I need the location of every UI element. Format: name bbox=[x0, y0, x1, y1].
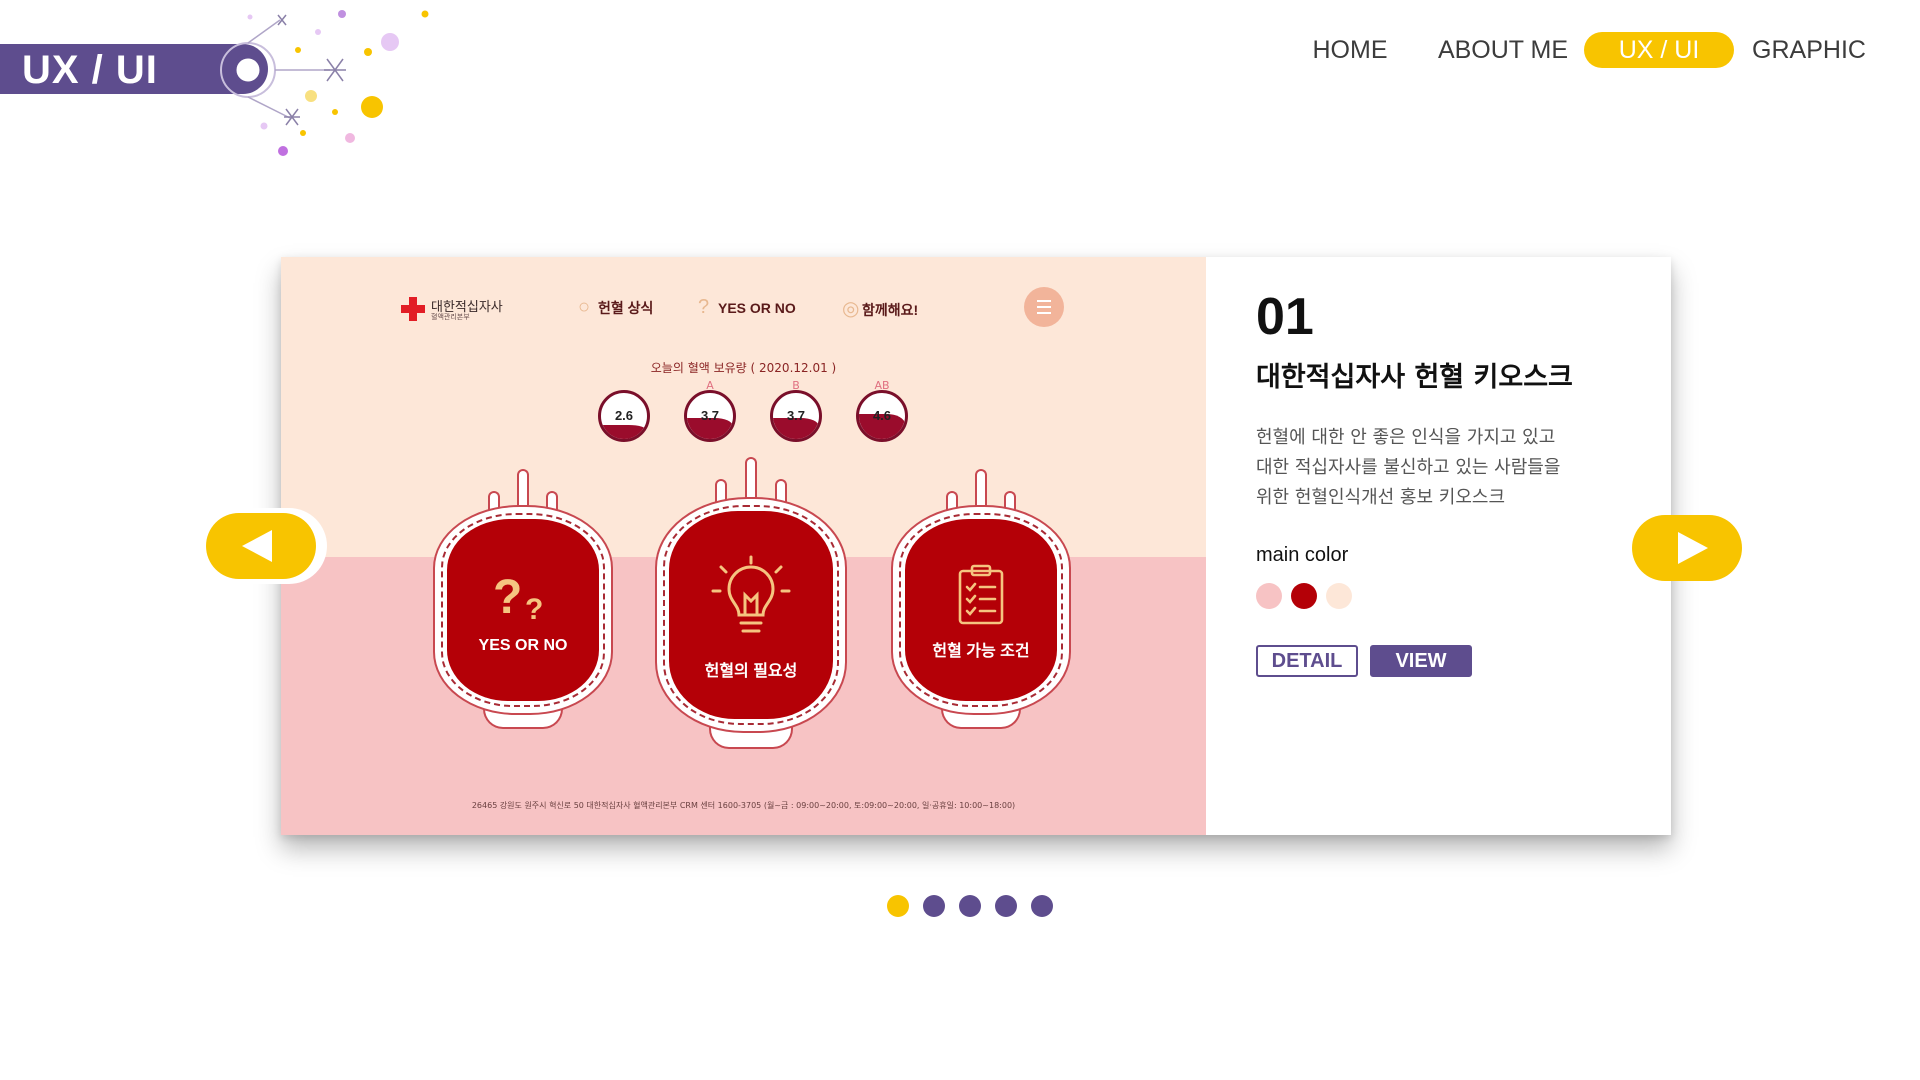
lightbulb-icon: ○ bbox=[578, 296, 591, 318]
pagination-dot[interactable] bbox=[1031, 895, 1053, 917]
blood-bag-card-necessity: 헌혈의 필요성 bbox=[655, 457, 847, 753]
pagination-dot[interactable] bbox=[995, 895, 1017, 917]
arrow-right-icon bbox=[1678, 532, 1708, 564]
detail-button[interactable]: DETAIL bbox=[1256, 645, 1358, 677]
pagination-dot[interactable] bbox=[923, 895, 945, 917]
main-color-label: main color bbox=[1256, 544, 1349, 566]
project-info-panel: 01 대한적십자사 헌혈 키오스크 헌혈에 대한 안 좋은 인식을 가지고 있고… bbox=[1206, 257, 1671, 835]
red-cross-logo: 대한적십자사 혈액관리본부 bbox=[401, 294, 511, 324]
description-line: 위한 헌혈인식개선 홍보 키오스크 bbox=[1256, 487, 1506, 508]
question-icon: ? ? bbox=[493, 571, 543, 623]
project-description: 헌혈에 대한 안 좋은 인식을 가지고 있고 대한 적십자사를 불신하고 있는 … bbox=[1256, 423, 1656, 513]
color-swatch-red bbox=[1291, 583, 1317, 609]
preview-menu-item: ○ 헌혈 상식 bbox=[578, 296, 654, 318]
heart-circle-icon: ◎ bbox=[842, 298, 860, 320]
decoration-graphic bbox=[220, 10, 429, 156]
blood-stock-title: 오늘의 혈액 보유량 ( 2020.12.01 ) bbox=[650, 361, 837, 375]
project-number: 01 bbox=[1256, 288, 1314, 346]
description-line: 대한 적십자사를 불신하고 있는 사람들을 bbox=[1256, 457, 1561, 478]
hamburger-icon bbox=[1024, 287, 1064, 327]
prev-slide-button[interactable] bbox=[206, 513, 316, 579]
clipboard-icon bbox=[958, 564, 1004, 625]
lightbulb-icon bbox=[711, 555, 791, 633]
arrow-left-icon bbox=[242, 530, 272, 562]
preview-footer: 26465 강원도 원주시 혁신로 50 대한적십자사 혈액관리본부 CRM 센… bbox=[471, 801, 1016, 810]
description-line: 헌혈에 대한 안 좋은 인식을 가지고 있고 bbox=[1256, 427, 1556, 448]
blood-stock-gauge: 4.6 bbox=[856, 390, 908, 442]
blood-stock-gauge: 3.7 bbox=[684, 390, 736, 442]
next-slide-button[interactable] bbox=[1632, 515, 1742, 581]
view-button[interactable]: VIEW bbox=[1370, 645, 1472, 677]
color-swatch-pink bbox=[1256, 583, 1282, 609]
red-cross-icon bbox=[401, 297, 425, 321]
blood-bag-card-yes-or-no: ? ? YES OR NO bbox=[433, 469, 613, 733]
section-title: UX / UI bbox=[22, 48, 158, 92]
color-swatch-peach bbox=[1326, 583, 1352, 609]
svg-text:?: ? bbox=[493, 571, 522, 623]
pagination-dot[interactable] bbox=[959, 895, 981, 917]
project-title: 대한적십자사 헌혈 키오스크 bbox=[1256, 362, 1573, 393]
nav-home[interactable]: HOME bbox=[1290, 32, 1410, 68]
nav-ux-ui[interactable]: UX / UI bbox=[1584, 32, 1734, 68]
svg-text:?: ? bbox=[525, 593, 543, 623]
blood-stock-gauge: 2.6 bbox=[598, 390, 650, 442]
card-label: 헌혈 가능 조건 bbox=[932, 643, 1030, 660]
kiosk-preview-image[interactable]: 대한적십자사 혈액관리본부 ○ 헌혈 상식 ? YES OR NO ◎ 함께해요! 오… bbox=[281, 257, 1206, 835]
nav-graphic[interactable]: GRAPHIC bbox=[1744, 32, 1874, 68]
card-label: 헌혈의 필요성 bbox=[704, 663, 798, 680]
pagination-dot[interactable] bbox=[887, 895, 909, 917]
card-label: YES OR NO bbox=[478, 637, 568, 654]
blood-bag-card-conditions: 헌혈 가능 조건 bbox=[891, 469, 1071, 733]
blood-stock-gauge: 3.7 bbox=[770, 390, 822, 442]
logo-subtitle: 혈액관리본부 bbox=[431, 313, 470, 321]
preview-menu-item: ? YES OR NO bbox=[698, 296, 796, 318]
nav-about-me[interactable]: ABOUT ME bbox=[1432, 32, 1574, 68]
top-nav: HOME ABOUT ME UX / UI GRAPHIC bbox=[1280, 32, 1880, 70]
project-card: 대한적십자사 혈액관리본부 ○ 헌혈 상식 ? YES OR NO ◎ 함께해요! 오… bbox=[281, 257, 1671, 835]
preview-menu-item: ◎ 함께해요! bbox=[842, 298, 919, 320]
question-icon: ? bbox=[698, 296, 710, 318]
